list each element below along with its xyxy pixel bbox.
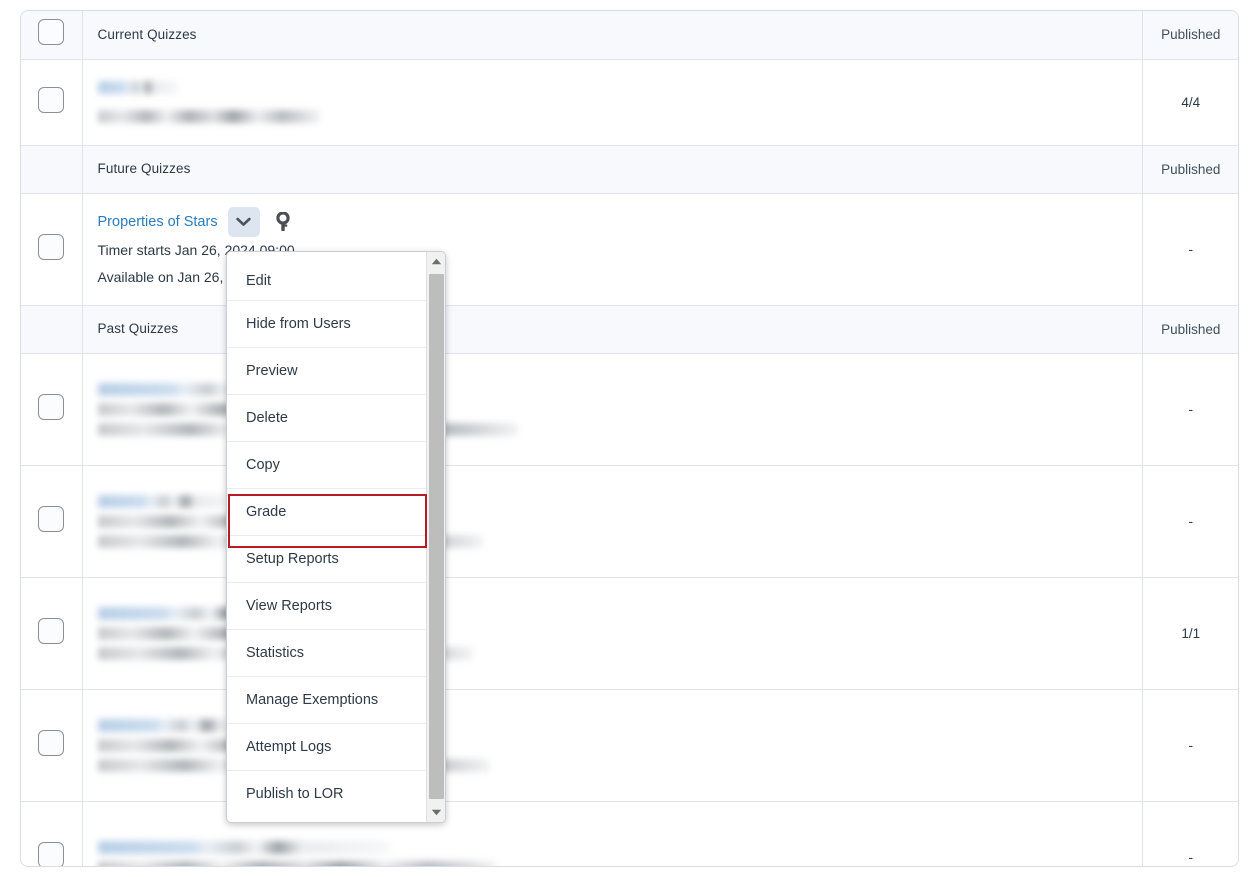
- row-status-cell: -: [1141, 801, 1238, 866]
- quizzes-page: Current Quizzes Published 4/4 Future Qui…: [0, 0, 1252, 877]
- section-title: Future Quizzes: [97, 161, 191, 176]
- section-row-past-quizzes: Past Quizzes Published: [21, 305, 1238, 354]
- menu-item-copy[interactable]: Copy: [227, 442, 427, 489]
- row-select-cell: [21, 577, 83, 690]
- section-status-cell: Published: [1141, 305, 1238, 354]
- row-select-cell: [21, 689, 83, 802]
- section-title: Past Quizzes: [97, 321, 179, 336]
- status-value: -: [1188, 513, 1194, 529]
- table-row-properties-of-stars: Properties of Stars Timer starts Jan 26,…: [21, 193, 1238, 306]
- status-value: -: [1188, 241, 1194, 257]
- status-value: -: [1188, 737, 1194, 753]
- status-value: -: [1188, 401, 1194, 417]
- menu-item-statistics[interactable]: Statistics: [227, 630, 427, 677]
- row-select-cell: [21, 801, 83, 866]
- scroll-down-arrow[interactable]: [427, 803, 445, 822]
- row-status-cell: -: [1141, 465, 1238, 578]
- section-label-cell: Current Quizzes: [82, 11, 1142, 60]
- section-select-cell: [21, 11, 83, 60]
- section-status-cell: Published: [1141, 145, 1238, 194]
- row-select-cell: [21, 193, 83, 306]
- section-label-cell: Future Quizzes: [82, 145, 1142, 194]
- redacted-detail: [97, 110, 320, 123]
- row-checkbox[interactable]: [38, 393, 65, 420]
- status-value: -: [1188, 849, 1194, 865]
- menu-item-preview[interactable]: Preview: [227, 348, 427, 395]
- quiz-title-link[interactable]: Properties of Stars: [98, 214, 218, 230]
- redacted-title: [97, 81, 178, 94]
- row-checkbox[interactable]: [38, 505, 65, 532]
- menu-item-attempt-logs[interactable]: Attempt Logs: [227, 724, 427, 771]
- row-checkbox[interactable]: [38, 841, 65, 866]
- section-title: Current Quizzes: [97, 26, 197, 42]
- status-value: 4/4: [1181, 94, 1201, 110]
- redacted-content: [97, 830, 1132, 866]
- row-checkbox[interactable]: [38, 86, 65, 113]
- row-status-cell: -: [1141, 353, 1238, 466]
- menu-item-edit[interactable]: Edit: [227, 252, 427, 301]
- quizzes-table: Current Quizzes Published 4/4 Future Qui…: [21, 11, 1238, 866]
- column-header-published: Published: [1161, 161, 1221, 177]
- row-select-cell: [21, 353, 83, 466]
- chevron-down-icon: [236, 217, 251, 227]
- redacted-title: [97, 494, 238, 508]
- table-row: -: [21, 689, 1238, 802]
- row-checkbox[interactable]: [38, 617, 65, 644]
- redacted-title: [97, 840, 388, 854]
- quiz-actions-button[interactable]: [227, 207, 260, 237]
- table-row: 4/4: [21, 59, 1238, 146]
- section-status-cell: Published: [1141, 11, 1238, 60]
- row-select-cell: [21, 465, 83, 578]
- table-row: -: [21, 465, 1238, 578]
- menu-item-grade[interactable]: Grade: [227, 489, 427, 536]
- menu-item-hide-from-users[interactable]: Hide from Users: [227, 301, 427, 348]
- scrollbar-thumb[interactable]: [429, 274, 444, 799]
- section-select-cell: [21, 305, 83, 354]
- scroll-up-arrow[interactable]: [427, 252, 445, 271]
- select-all-checkbox[interactable]: [38, 19, 65, 46]
- row-checkbox[interactable]: [38, 233, 65, 260]
- quiz-actions-context-menu[interactable]: Edit Hide from Users Preview Delete Copy…: [226, 251, 446, 823]
- section-row-future-quizzes: Future Quizzes Published: [21, 145, 1238, 194]
- table-row: -: [21, 801, 1238, 866]
- redacted-detail: [97, 860, 496, 866]
- menu-item-publish-to-lor[interactable]: Publish to LOR: [227, 771, 427, 818]
- menu-item-delete[interactable]: Delete: [227, 395, 427, 442]
- table-row: -: [21, 353, 1238, 466]
- menu-item-setup-reports[interactable]: Setup Reports: [227, 536, 427, 583]
- context-menu-list: Edit Hide from Users Preview Delete Copy…: [227, 252, 427, 822]
- column-header-published: Published: [1161, 321, 1221, 337]
- row-status-cell: -: [1141, 689, 1238, 802]
- column-header-published: Published: [1161, 27, 1221, 43]
- row-status-cell: -: [1141, 193, 1238, 306]
- section-row-current-quizzes: Current Quizzes Published: [21, 11, 1238, 60]
- row-content-cell: [82, 59, 1142, 146]
- table-row: 1/1: [21, 577, 1238, 690]
- menu-item-manage-exemptions[interactable]: Manage Exemptions: [227, 677, 427, 724]
- menu-item-view-reports[interactable]: View Reports: [227, 583, 427, 630]
- row-status-cell: 4/4: [1141, 59, 1238, 146]
- quizzes-table-frame: Current Quizzes Published 4/4 Future Qui…: [20, 10, 1239, 867]
- row-checkbox[interactable]: [38, 729, 65, 756]
- context-menu-scrollbar[interactable]: [426, 252, 445, 822]
- section-select-cell: [21, 145, 83, 194]
- status-value: 1/1: [1181, 625, 1201, 641]
- redacted-content: [97, 70, 1132, 134]
- row-select-cell: [21, 59, 83, 146]
- row-status-cell: 1/1: [1141, 577, 1238, 690]
- key-icon: [275, 212, 290, 232]
- quiz-title-line: Properties of Stars: [98, 207, 1132, 237]
